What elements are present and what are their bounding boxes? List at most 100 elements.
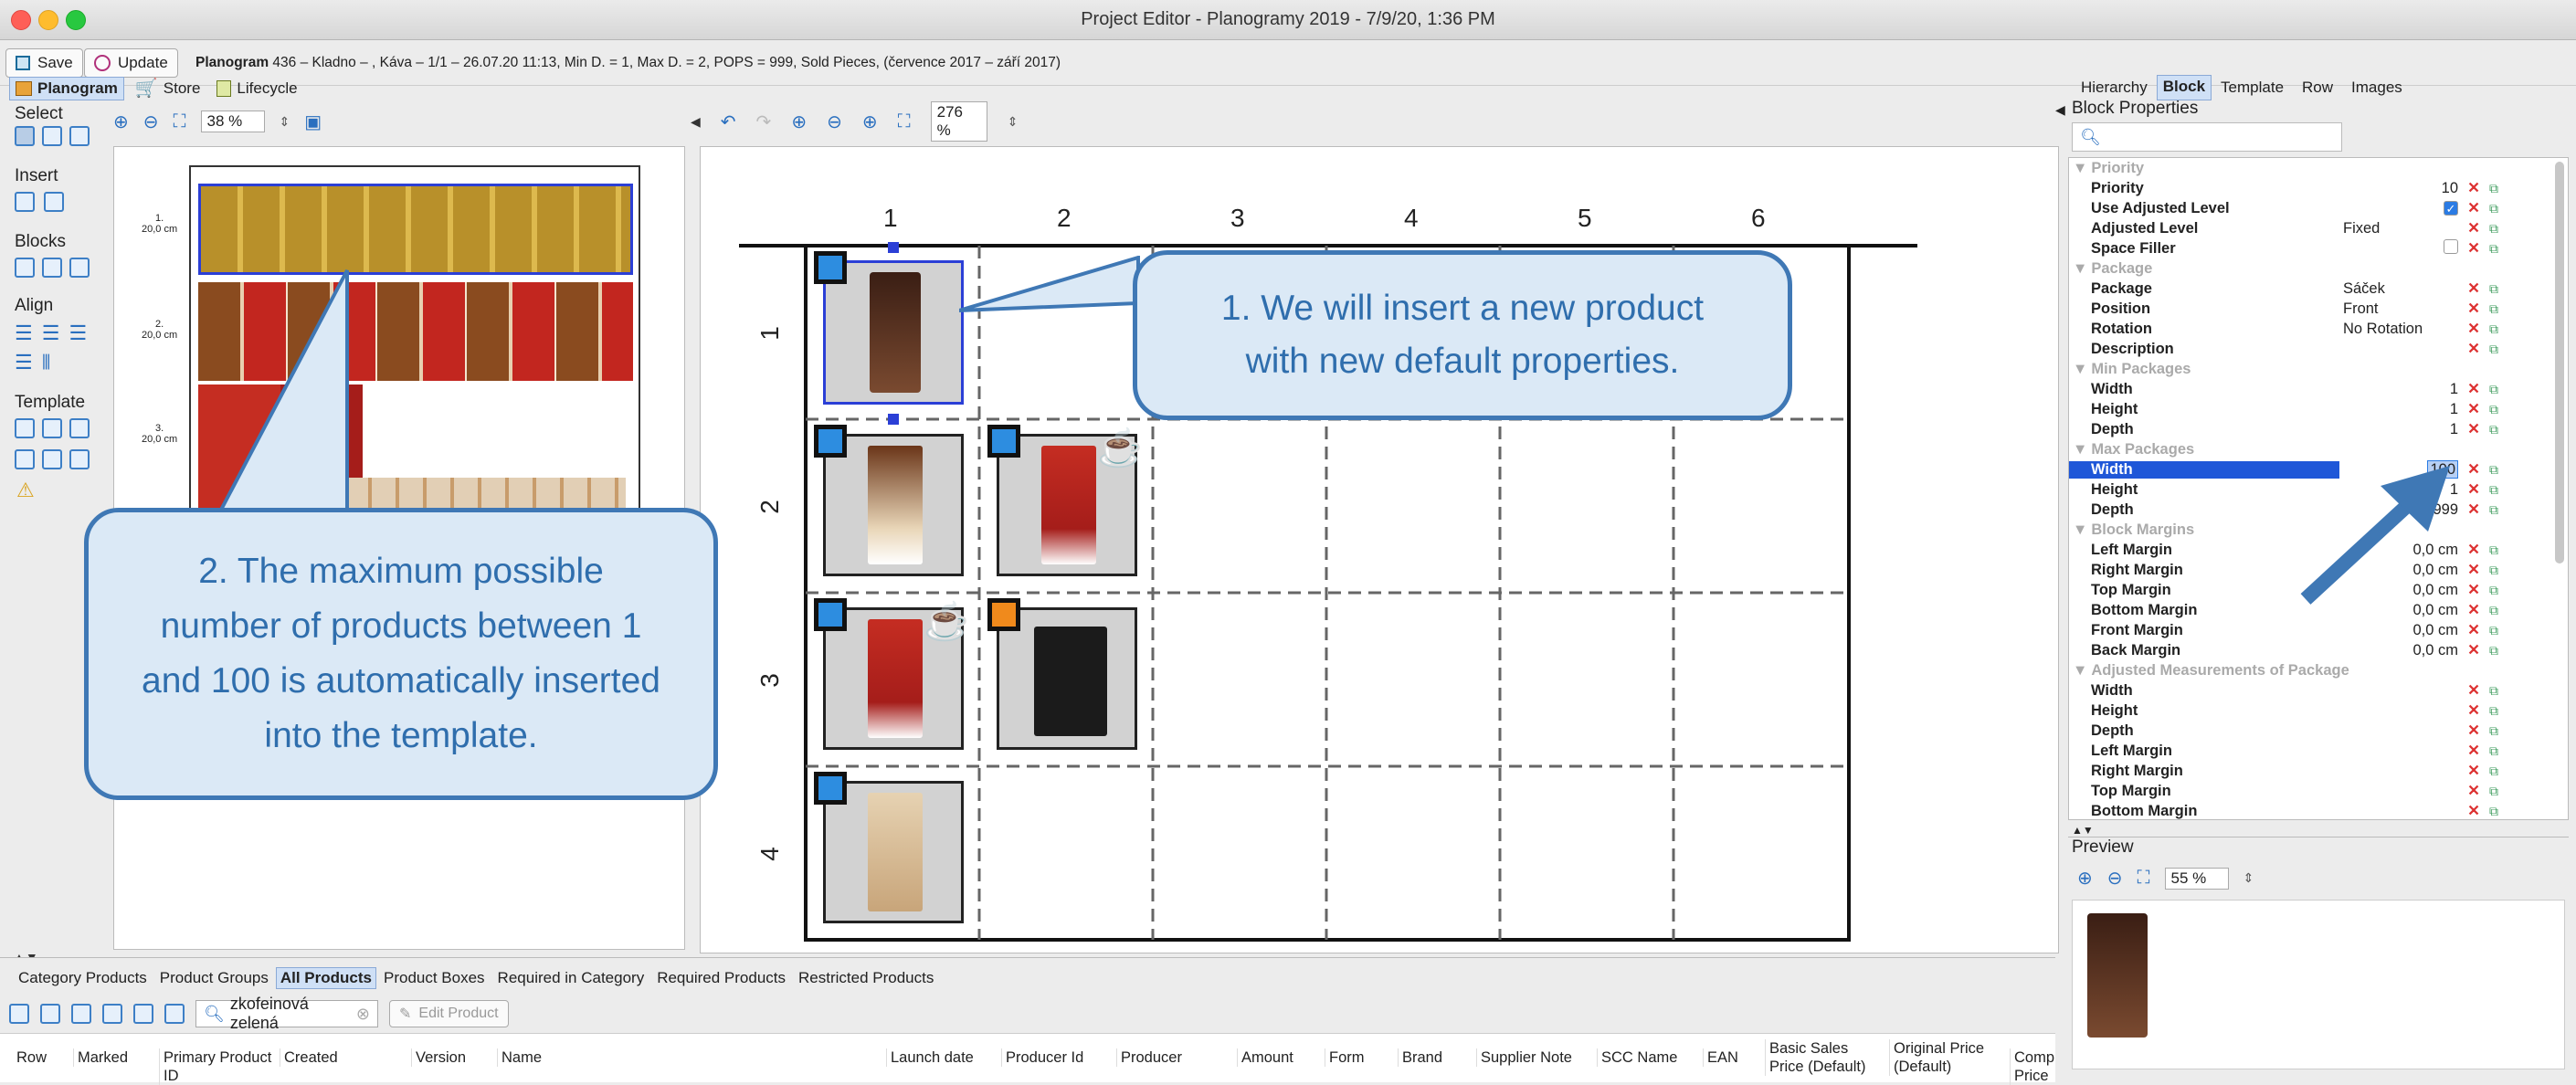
editor-fit-icon[interactable]: ⛶ [898,111,911,132]
tab-category-products[interactable]: Category Products [13,967,153,989]
reset-x-icon[interactable]: ✕ [2464,300,2484,318]
template-grid-icon[interactable] [15,418,35,438]
template-cols-icon[interactable] [42,449,62,469]
editor-zoom-stepper-icon[interactable]: ⇕ [1008,114,1019,130]
align-right-icon[interactable]: ☰ [69,321,87,345]
tab-row[interactable]: Row [2293,75,2342,100]
editor-zoom-out-icon[interactable]: ⊖ [827,111,842,133]
block-marker-r2c2[interactable] [987,425,1020,458]
editor-zoom-field[interactable]: 276 % [930,101,987,142]
tab-restricted-products[interactable]: Restricted Products [793,967,939,989]
product-search-input[interactable]: 🔍︎ zkofeinová zelená ⊗ [195,995,378,1032]
list-icon[interactable] [133,1004,153,1024]
reset-x-icon[interactable]: ✕ [2464,239,2484,258]
property-row[interactable]: Description ✕ ⧉ [2069,339,2568,359]
copy-value-icon[interactable]: ⧉ [2484,301,2504,317]
checkbox[interactable] [2444,238,2458,254]
column-header[interactable]: Original Price (Default) [1889,1039,2004,1076]
save-button[interactable]: Save [5,48,83,78]
preview-zoom-stepper-icon[interactable]: ⇕ [2243,870,2254,886]
tab-product-groups[interactable]: Product Groups [154,967,274,989]
reset-x-icon[interactable]: ✕ [2464,722,2484,740]
property-row[interactable]: Width 1 ✕ ⧉ [2069,379,2568,399]
tab-planogram[interactable]: Planogram [9,76,124,100]
collapse-right-icon[interactable]: ◀ [2055,102,2065,118]
splitter-arrows-icon[interactable]: ▲▼ [2072,824,2094,837]
distribute-columns-icon[interactable]: ⦀ [42,351,51,374]
block-marker-r2c1[interactable] [814,425,847,458]
property-row[interactable]: Position Front ✕ ⧉ [2069,299,2568,319]
tab-block[interactable]: Block [2156,75,2212,100]
block-marker-r3c1[interactable] [814,598,847,631]
reset-x-icon[interactable]: ✕ [2464,561,2484,579]
column-header[interactable]: Form [1325,1048,1365,1067]
copy-value-icon[interactable]: ⧉ [2484,402,2504,417]
insert-text-icon[interactable] [44,192,64,212]
property-row[interactable]: Bottom Margin ✕ ⧉ [2069,801,2568,820]
mark-icon[interactable] [9,1004,29,1024]
property-value-cell[interactable]: 1 [2339,401,2464,418]
tab-all-products[interactable]: All Products [275,967,376,989]
reset-x-icon[interactable]: ✕ [2464,541,2484,559]
column-header[interactable]: Amount [1237,1048,1293,1067]
reset-x-icon[interactable]: ✕ [2464,581,2484,599]
tab-product-boxes[interactable]: Product Boxes [378,967,491,989]
warning-icon[interactable]: ⚠ [16,479,35,502]
zoom-out-icon[interactable]: ⊖ [143,111,159,133]
copy-value-icon[interactable]: ⧉ [2484,784,2504,799]
property-value-cell[interactable]: 0,0 cm [2339,642,2464,659]
reset-x-icon[interactable]: ✕ [2464,601,2484,619]
reset-x-icon[interactable]: ✕ [2464,199,2484,217]
copy-value-icon[interactable]: ⧉ [2484,764,2504,779]
property-row[interactable]: Rotation No Rotation ✕ ⧉ [2069,319,2568,339]
add-icon[interactable] [102,1004,122,1024]
property-row[interactable]: Priority 10 ✕ ⧉ [2069,178,2568,198]
property-row[interactable]: Height 1 ✕ ⧉ [2069,399,2568,419]
column-header[interactable]: Supplier Note [1476,1048,1572,1067]
align-justify-icon[interactable]: ☰ [15,351,33,374]
reset-x-icon[interactable]: ✕ [2464,380,2484,398]
property-scrollbar[interactable] [2555,162,2564,564]
property-row[interactable]: Use Adjusted Level ✓ ✕ ⧉ [2069,198,2568,218]
template-fill-icon[interactable] [42,418,62,438]
template-layout-icon[interactable] [69,418,90,438]
copy-value-icon[interactable]: ⧉ [2484,281,2504,297]
merge-block-icon[interactable] [42,258,62,278]
copy-value-icon[interactable]: ⧉ [2484,181,2504,196]
property-group-header[interactable]: ▼ Package [2069,258,2568,279]
reset-x-icon[interactable]: ✕ [2464,480,2484,499]
image-icon[interactable]: ▣ [304,111,322,133]
template-rows-icon[interactable] [15,449,35,469]
reset-x-icon[interactable]: ✕ [2464,279,2484,298]
resize-handle-top[interactable] [888,242,899,253]
preview-zoom-in-icon[interactable]: ⊕ [2077,867,2093,890]
tab-images[interactable]: Images [2342,75,2412,100]
undo-icon[interactable]: ↶ [721,111,736,133]
property-row[interactable]: Height ✕ ⧉ [2069,701,2568,721]
property-value-cell[interactable]: 1 [2339,421,2464,438]
copy-value-icon[interactable]: ⧉ [2484,241,2504,257]
copy-value-icon[interactable]: ⧉ [2484,804,2504,819]
tab-required-products[interactable]: Required Products [651,967,791,989]
property-value-cell[interactable]: 0,0 cm [2339,622,2464,639]
tab-store[interactable]: 🛒 Store [130,75,206,101]
copy-value-icon[interactable]: ⧉ [2484,603,2504,618]
template-cells-icon[interactable] [69,449,90,469]
reset-x-icon[interactable]: ✕ [2464,320,2484,338]
editor-zoom-in-icon[interactable]: ⊕ [791,111,807,133]
property-row[interactable]: Space Filler ✕ ⧉ [2069,238,2568,258]
property-row[interactable]: Package Sáček ✕ ⧉ [2069,279,2568,299]
column-header[interactable]: Name [497,1048,542,1067]
align-left-icon[interactable]: ☰ [15,321,33,345]
column-header[interactable]: EAN [1703,1048,1738,1067]
column-header[interactable]: Basic Sales Price (Default) [1765,1039,1884,1076]
zoom-stepper-icon[interactable]: ⇕ [280,114,290,130]
column-header[interactable]: Marked [73,1048,128,1067]
overview-zoom-field[interactable]: 38 % [200,111,265,132]
edit-product-button[interactable]: ✎ Edit Product [389,1000,509,1027]
reset-x-icon[interactable]: ✕ [2464,340,2484,358]
property-value-cell[interactable]: Fixed [2339,220,2464,237]
redo-icon[interactable]: ↷ [756,111,772,133]
fit-icon[interactable]: ⛶ [174,111,186,132]
collapse-left-icon[interactable]: ◀ [691,114,701,130]
